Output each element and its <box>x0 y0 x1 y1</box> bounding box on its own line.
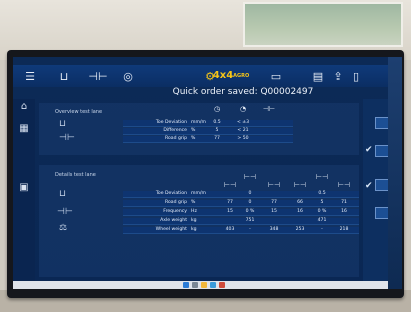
left-axle-icon: ⊢⊣ <box>293 181 307 189</box>
details-unit: % <box>191 200 196 205</box>
details-cell: 77 <box>227 200 233 205</box>
folder-icon[interactable] <box>201 282 207 288</box>
lift-icon: ⊔ <box>59 119 67 129</box>
overview-value: 5 <box>215 128 219 133</box>
axle-center-icon: ⊢⊣ <box>243 173 257 181</box>
details-title: Details test lane <box>55 172 96 178</box>
weight-icon: ⚖ <box>59 223 68 233</box>
lift-icon[interactable]: ⊔ <box>53 67 75 85</box>
overview-label: Road grip <box>165 136 187 141</box>
details-unit: mm/m <box>191 191 206 196</box>
overview-range: < ±3 <box>236 120 250 125</box>
axle-icon: ⊣⊢ <box>57 207 73 217</box>
details-cell: 253 <box>295 227 305 232</box>
check-icon: ✔ <box>365 145 373 155</box>
vehicle-thumbnail[interactable] <box>375 117 388 129</box>
device-icon[interactable]: ▯ <box>345 67 367 85</box>
details-cell: 348 <box>269 227 279 232</box>
overview-unit: mm/m <box>191 120 206 125</box>
details-cell: 71 <box>341 200 347 205</box>
details-cell: 15 <box>227 209 233 214</box>
details-cell: 0 % <box>245 209 255 214</box>
4x4-text: 4x4 <box>212 70 234 81</box>
details-label: Road grip <box>165 200 187 205</box>
details-cell: 16 <box>297 209 303 214</box>
details-cell: - <box>249 227 251 232</box>
details-cell: 751 <box>245 218 255 223</box>
details-unit: Hz <box>191 209 197 214</box>
right-axle-icon: ⊢⊣ <box>337 181 351 189</box>
saved-message: Quick order saved: Q00002497 <box>172 87 314 97</box>
search-icon[interactable] <box>192 282 198 288</box>
details-cell: 15 <box>271 209 277 214</box>
axle-icon: ⊣⊢ <box>59 133 75 143</box>
background-window <box>243 2 403 47</box>
axle-icon[interactable]: ⊣⊢ <box>87 67 109 85</box>
left-navigation: ⌂ ▦ ▣ <box>13 99 35 289</box>
details-unit: kg <box>191 218 197 223</box>
lift-icon: ⊔ <box>59 189 67 199</box>
details-label: Toe Deviation <box>155 191 187 196</box>
details-unit: kg <box>191 227 197 232</box>
overview-value: 77 <box>214 136 220 141</box>
overview-range: < 21 <box>237 128 249 133</box>
wheel-icon[interactable]: ◎ <box>117 67 139 85</box>
details-cell: 77 <box>271 200 277 205</box>
details-cell: 218 <box>339 227 349 232</box>
overview-range: > 50 <box>237 136 249 141</box>
details-cell: 403 <box>225 227 235 232</box>
vehicle-thumbnail[interactable] <box>375 145 388 157</box>
overview-unit: % <box>191 128 196 133</box>
overview-title: Overview test lane <box>55 109 103 115</box>
list-icon[interactable]: ▤ <box>307 67 329 85</box>
overview-nav-icon[interactable]: ▦ <box>17 123 31 137</box>
details-cell: 0 <box>248 191 252 196</box>
overview-unit: % <box>191 136 196 141</box>
details-label: Wheel weight <box>155 227 187 232</box>
details-cell: 471 <box>317 218 327 223</box>
details-cell: 66 <box>297 200 303 205</box>
app-screen: ☰ ⊔ ⊣⊢ ◎ ⚙ 4x4 AGRO ▭ ▤ ⇪ ▯ Quick order … <box>13 57 388 289</box>
vehicle-thumbnail[interactable] <box>375 207 388 219</box>
gauge-icon: ◔ <box>239 105 247 113</box>
details-cell: 0 <box>248 200 252 205</box>
details-cell: 0 % <box>317 209 327 214</box>
details-cell: 0.5 <box>318 191 326 196</box>
right-axle-icon: ⊢⊣ <box>267 181 281 189</box>
home-icon[interactable]: ⌂ <box>17 101 31 115</box>
vehicle-thumbnail[interactable] <box>375 179 388 191</box>
details-cell: 16 <box>341 209 347 214</box>
overview-label: Difference <box>163 128 187 133</box>
os-taskbar <box>13 281 388 289</box>
details-label: Axle weight <box>160 218 187 223</box>
agro-text: AGRO <box>233 73 250 79</box>
details-nav-icon[interactable]: ▣ <box>17 182 31 196</box>
details-cell: - <box>321 227 323 232</box>
overview-label: Toe Deviation <box>155 120 187 125</box>
4x4-agro-label: 4x4 AGRO <box>213 67 249 85</box>
axle-range-icon: ⊣⊢ <box>262 105 276 113</box>
details-cell: 5 <box>320 200 324 205</box>
details-label: Frequency <box>163 209 187 214</box>
status-bar: Quick order saved: Q00002497 <box>13 87 388 99</box>
right-sidebar-strip <box>388 57 402 289</box>
overview-value: 0.5 <box>213 120 221 125</box>
browser-icon[interactable] <box>210 282 216 288</box>
axle-center-icon: ⊢⊣ <box>315 173 329 181</box>
menu-icon[interactable]: ☰ <box>19 67 41 85</box>
check-icon: ✔ <box>365 181 373 191</box>
main-toolbar: ☰ ⊔ ⊣⊢ ◎ ⚙ 4x4 AGRO ▭ ▤ ⇪ ▯ <box>13 65 388 87</box>
timer-icon: ◷ <box>213 105 221 113</box>
left-axle-icon: ⊢⊣ <box>223 181 237 189</box>
printer-icon[interactable]: ▭ <box>265 67 287 85</box>
start-icon[interactable] <box>183 282 189 288</box>
app-icon[interactable] <box>219 282 225 288</box>
